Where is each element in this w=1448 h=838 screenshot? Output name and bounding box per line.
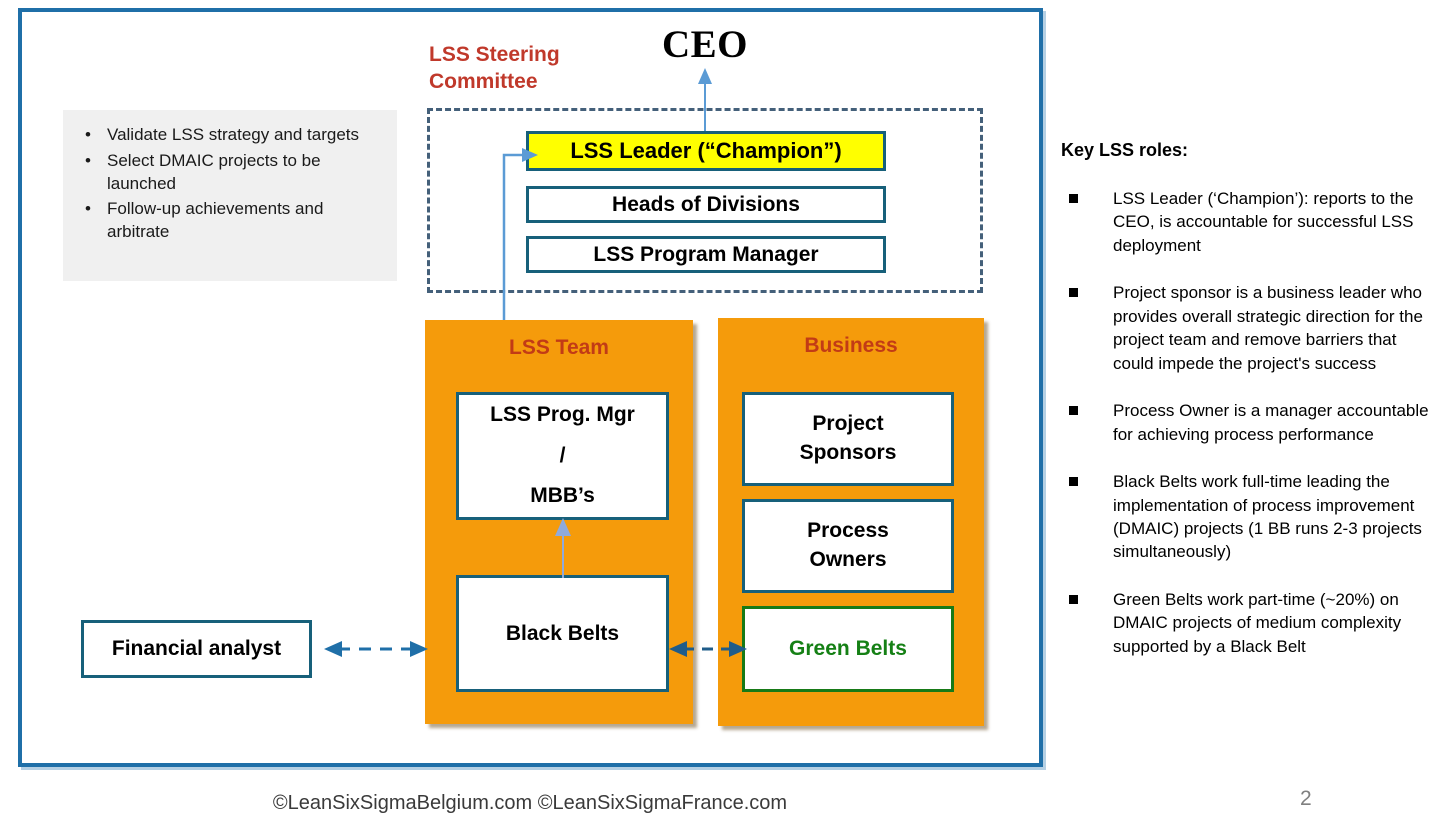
arrow-blackbelts-to-progmgr bbox=[555, 518, 571, 578]
box-heads-of-divisions[interactable]: Heads of Divisions bbox=[526, 186, 886, 223]
box-line-2: / bbox=[559, 443, 566, 467]
ceo-label: CEO bbox=[661, 23, 748, 66]
bullet-icon: • bbox=[85, 125, 91, 144]
panel-title-business: Business bbox=[804, 334, 898, 357]
left-note-text: Validate LSS strategy and targets bbox=[107, 125, 360, 144]
list-item: • Select DMAIC projects to be launched bbox=[73, 150, 383, 196]
left-note-text: Follow-up achievements and arbitrate bbox=[107, 199, 324, 242]
steering-committee-title: LSS Steering Committee bbox=[429, 43, 560, 93]
key-lss-roles-list: LSS Leader (‘Champion’): reports to the … bbox=[1061, 187, 1433, 658]
key-role-text: Project sponsor is a business leader who… bbox=[1113, 283, 1423, 373]
square-bullet-icon bbox=[1069, 406, 1078, 416]
box-line-1: Process bbox=[807, 519, 889, 543]
list-item: • Follow-up achievements and arbitrate bbox=[73, 198, 383, 244]
list-item: LSS Leader (‘Champion’): reports to the … bbox=[1061, 187, 1433, 257]
box-process-owners[interactable]: Process Owners bbox=[742, 499, 954, 593]
box-line-1: LSS Prog. Mgr bbox=[490, 402, 635, 426]
box-lss-leader-champion[interactable]: LSS Leader (“Champion”) bbox=[526, 131, 886, 171]
key-role-text: Black Belts work full-time leading the i… bbox=[1113, 472, 1422, 562]
square-bullet-icon bbox=[1069, 477, 1078, 487]
box-project-sponsors[interactable]: Project Sponsors bbox=[742, 392, 954, 486]
box-black-belts[interactable]: Black Belts bbox=[456, 575, 669, 692]
arrow-financial-analyst-to-black-belts bbox=[324, 641, 428, 657]
page-number: 2 bbox=[1300, 787, 1312, 810]
bullet-icon: • bbox=[85, 150, 91, 170]
list-item: Black Belts work full-time leading the i… bbox=[1061, 470, 1433, 564]
panel-title-lss-team: LSS Team bbox=[509, 336, 609, 359]
square-bullet-icon bbox=[1069, 288, 1078, 298]
square-bullet-icon bbox=[1069, 194, 1078, 203]
key-lss-roles-title: Key LSS roles: bbox=[1061, 140, 1189, 160]
box-line-2: Sponsors bbox=[799, 441, 897, 464]
box-lss-program-manager[interactable]: LSS Program Manager bbox=[526, 236, 886, 273]
box-financial-analyst[interactable]: Financial analyst bbox=[81, 620, 312, 678]
list-item: Project sponsor is a business leader who… bbox=[1061, 281, 1433, 375]
left-note-text: Select DMAIC projects to be launched bbox=[107, 150, 321, 193]
key-role-text: Green Belts work part-time (~20%) on DMA… bbox=[1113, 589, 1402, 656]
box-line-2: Owners bbox=[809, 548, 887, 571]
arrow-black-belts-to-green-belts bbox=[669, 641, 747, 657]
footer-copyright: ©LeanSixSigmaBelgium.com ©LeanSixSigmaFr… bbox=[272, 792, 788, 814]
key-role-text: LSS Leader (‘Champion’): reports to the … bbox=[1113, 189, 1414, 255]
list-item: Green Belts work part-time (~20%) on DMA… bbox=[1061, 588, 1433, 658]
box-green-belts[interactable]: Green Belts bbox=[742, 606, 954, 692]
key-role-text: Process Owner is a manager accountable f… bbox=[1113, 401, 1429, 444]
left-notes-list: • Validate LSS strategy and targets • Sele… bbox=[73, 124, 383, 244]
list-item: Process Owner is a manager accountable f… bbox=[1061, 399, 1433, 446]
bullet-icon: • bbox=[85, 199, 91, 219]
left-notes-panel: • Validate LSS strategy and targets • Sele… bbox=[63, 110, 397, 281]
square-bullet-icon bbox=[1069, 594, 1078, 604]
box-line-1: Project bbox=[812, 412, 884, 436]
box-lss-prog-mgr-mbb[interactable]: LSS Prog. Mgr / MBB’s bbox=[456, 392, 669, 520]
list-item: • Validate LSS strategy and targets bbox=[73, 124, 383, 147]
key-lss-roles-panel: Key LSS roles: LSS Leader (‘Champion’): … bbox=[1061, 140, 1433, 682]
box-line-3: MBB’s bbox=[530, 484, 595, 508]
